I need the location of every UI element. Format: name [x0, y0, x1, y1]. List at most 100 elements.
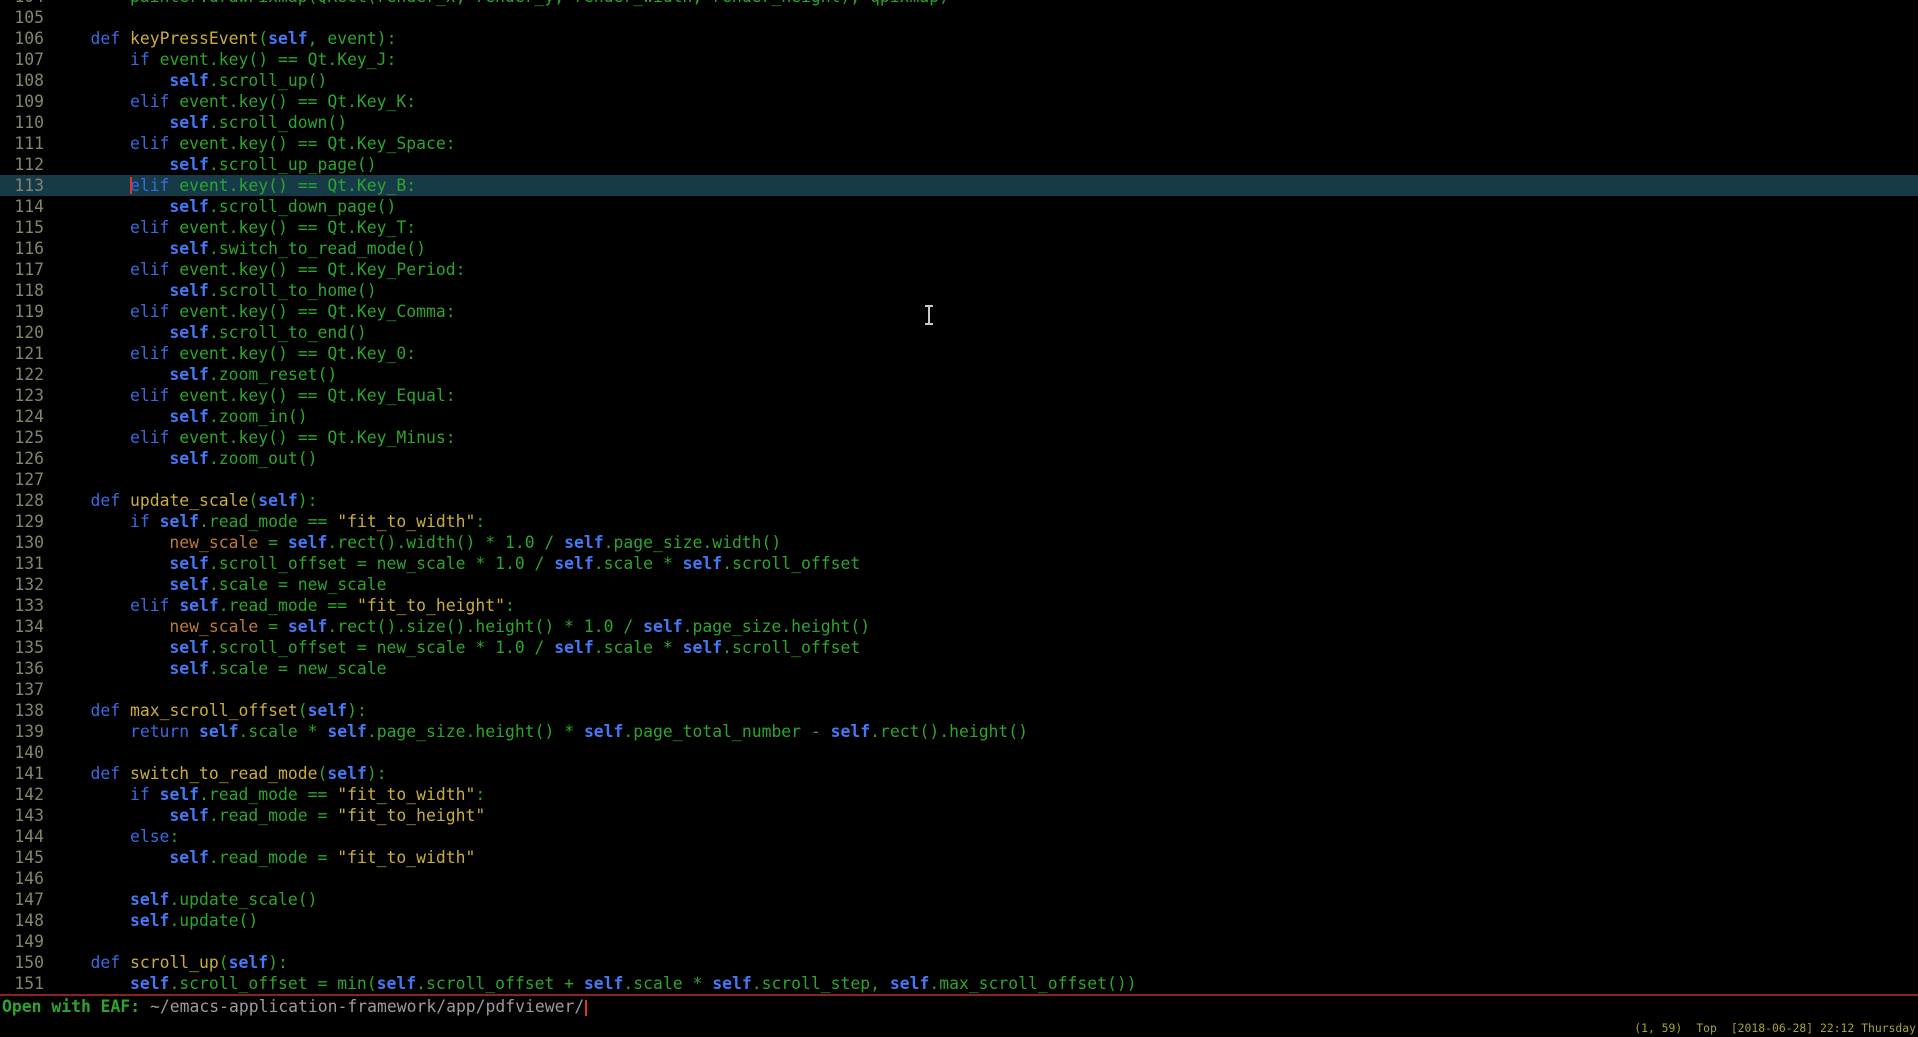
code-text: [44, 469, 51, 490]
minibuffer-cursor: [585, 1000, 587, 1016]
code-line-126[interactable]: 126 self.zoom_out(): [0, 448, 1918, 469]
line-number: 131: [0, 553, 44, 574]
minibuffer[interactable]: Open with EAF: ~/emacs-application-frame…: [2, 996, 587, 1017]
code-line-135[interactable]: 135 self.scroll_offset = new_scale * 1.0…: [0, 637, 1918, 658]
line-number: 149: [0, 931, 44, 952]
code-line-136[interactable]: 136 self.scale = new_scale: [0, 658, 1918, 679]
code-line-137[interactable]: 137: [0, 679, 1918, 700]
line-number: 141: [0, 763, 44, 784]
code-line-124[interactable]: 124 self.zoom_in(): [0, 406, 1918, 427]
line-number: 134: [0, 616, 44, 637]
code-text: [44, 868, 51, 889]
code-line-140[interactable]: 140: [0, 742, 1918, 763]
cursor-position: (1, 59): [1634, 1021, 1682, 1035]
code-line-138[interactable]: 138 def max_scroll_offset(self):: [0, 700, 1918, 721]
line-number: 116: [0, 238, 44, 259]
code-line-142[interactable]: 142 if self.read_mode == "fit_to_width":: [0, 784, 1918, 805]
code-text: def update_scale(self):: [44, 490, 318, 511]
code-text: elif event.key() == Qt.Key_Minus:: [44, 427, 456, 448]
code-text: elif event.key() == Qt.Key_Comma:: [44, 301, 456, 322]
code-line-148[interactable]: 148 self.update(): [0, 910, 1918, 931]
line-number: 146: [0, 868, 44, 889]
code-line-107[interactable]: 107 if event.key() == Qt.Key_J:: [0, 49, 1918, 70]
code-text: self.zoom_reset(): [44, 364, 337, 385]
code-line-146[interactable]: 146: [0, 868, 1918, 889]
line-number: 130: [0, 532, 44, 553]
code-line-149[interactable]: 149: [0, 931, 1918, 952]
scroll-state: Top: [1696, 1021, 1717, 1035]
code-text: def max_scroll_offset(self):: [44, 700, 367, 721]
code-line-133[interactable]: 133 elif self.read_mode == "fit_to_heigh…: [0, 595, 1918, 616]
code-text: elif event.key() == Qt.Key_0:: [44, 343, 416, 364]
code-text: elif event.key() == Qt.Key_Space:: [44, 133, 456, 154]
line-number: 118: [0, 280, 44, 301]
code-text: elif event.key() == Qt.Key_K:: [44, 91, 416, 112]
code-line-112[interactable]: 112 self.scroll_up_page(): [0, 154, 1918, 175]
code-line-106[interactable]: 106 def keyPressEvent(self, event):: [0, 28, 1918, 49]
code-line-122[interactable]: 122 self.zoom_reset(): [0, 364, 1918, 385]
code-line-129[interactable]: 129 if self.read_mode == "fit_to_width":: [0, 511, 1918, 532]
code-line-130[interactable]: 130 new_scale = self.rect().width() * 1.…: [0, 532, 1918, 553]
code-line-108[interactable]: 108 self.scroll_up(): [0, 70, 1918, 91]
code-line-144[interactable]: 144 else:: [0, 826, 1918, 847]
code-line-118[interactable]: 118 self.scroll_to_home(): [0, 280, 1918, 301]
code-line-151[interactable]: 151 self.scroll_offset = min(self.scroll…: [0, 973, 1918, 994]
code-line-134[interactable]: 134 new_scale = self.rect().size().heigh…: [0, 616, 1918, 637]
code-line-113[interactable]: 113 elif event.key() == Qt.Key_B:: [0, 175, 1918, 196]
code-text: self.scroll_up(): [44, 70, 327, 91]
code-line-131[interactable]: 131 self.scroll_offset = new_scale * 1.0…: [0, 553, 1918, 574]
code-line-139[interactable]: 139 return self.scale * self.page_size.h…: [0, 721, 1918, 742]
line-number: 139: [0, 721, 44, 742]
line-number: 135: [0, 637, 44, 658]
code-line-141[interactable]: 141 def switch_to_read_mode(self):: [0, 763, 1918, 784]
line-number: 113: [0, 175, 44, 196]
code-text: elif event.key() == Qt.Key_B:: [44, 175, 416, 196]
code-line-117[interactable]: 117 elif event.key() == Qt.Key_Period:: [0, 259, 1918, 280]
line-number: 117: [0, 259, 44, 280]
code-text: if self.read_mode == "fit_to_width":: [44, 784, 485, 805]
code-line-132[interactable]: 132 self.scale = new_scale: [0, 574, 1918, 595]
code-line-119[interactable]: 119 elif event.key() == Qt.Key_Comma:: [0, 301, 1918, 322]
code-text: self.update_scale(): [44, 889, 317, 910]
text-cursor: [130, 177, 132, 194]
code-line-145[interactable]: 145 self.read_mode = "fit_to_width": [0, 847, 1918, 868]
code-line-121[interactable]: 121 elif event.key() == Qt.Key_0:: [0, 343, 1918, 364]
line-number: 120: [0, 322, 44, 343]
code-line-105[interactable]: 105: [0, 7, 1918, 28]
code-text: [44, 931, 51, 952]
code-text: def keyPressEvent(self, event):: [44, 28, 396, 49]
code-line-116[interactable]: 116 self.switch_to_read_mode(): [0, 238, 1918, 259]
code-line-128[interactable]: 128 def update_scale(self):: [0, 490, 1918, 511]
code-line-127[interactable]: 127: [0, 469, 1918, 490]
code-line-147[interactable]: 147 self.update_scale(): [0, 889, 1918, 910]
minibuffer-input-value[interactable]: ~/emacs-application-framework/app/pdfvie…: [150, 997, 584, 1016]
code-line-123[interactable]: 123 elif event.key() == Qt.Key_Equal:: [0, 385, 1918, 406]
line-number: 123: [0, 385, 44, 406]
code-text: self.scroll_offset = min(self.scroll_off…: [44, 973, 1137, 994]
code-text: [44, 679, 51, 700]
code-line-150[interactable]: 150 def scroll_up(self):: [0, 952, 1918, 973]
line-number: 128: [0, 490, 44, 511]
code-line-110[interactable]: 110 self.scroll_down(): [0, 112, 1918, 133]
code-text: elif event.key() == Qt.Key_Equal:: [44, 385, 456, 406]
line-number: 105: [0, 7, 44, 28]
code-lines: 104 painter.drawPixmap(QRect(render_x, r…: [0, 0, 1918, 994]
line-number: 107: [0, 49, 44, 70]
code-text: def switch_to_read_mode(self):: [44, 763, 387, 784]
code-line-115[interactable]: 115 elif event.key() == Qt.Key_T:: [0, 217, 1918, 238]
code-line-114[interactable]: 114 self.scroll_down_page(): [0, 196, 1918, 217]
editor-buffer[interactable]: 104 painter.drawPixmap(QRect(render_x, r…: [0, 0, 1918, 994]
code-line-109[interactable]: 109 elif event.key() == Qt.Key_K:: [0, 91, 1918, 112]
code-line-125[interactable]: 125 elif event.key() == Qt.Key_Minus:: [0, 427, 1918, 448]
code-text: elif event.key() == Qt.Key_T:: [44, 217, 416, 238]
code-line-104[interactable]: 104 painter.drawPixmap(QRect(render_x, r…: [0, 0, 1918, 7]
code-line-120[interactable]: 120 self.scroll_to_end(): [0, 322, 1918, 343]
code-text: elif self.read_mode == "fit_to_height":: [44, 595, 515, 616]
line-number: 147: [0, 889, 44, 910]
code-line-143[interactable]: 143 self.read_mode = "fit_to_height": [0, 805, 1918, 826]
line-number: 132: [0, 574, 44, 595]
code-text: self.zoom_out(): [44, 448, 317, 469]
code-text: self.scroll_up_page(): [44, 154, 377, 175]
line-number: 119: [0, 301, 44, 322]
code-line-111[interactable]: 111 elif event.key() == Qt.Key_Space:: [0, 133, 1918, 154]
